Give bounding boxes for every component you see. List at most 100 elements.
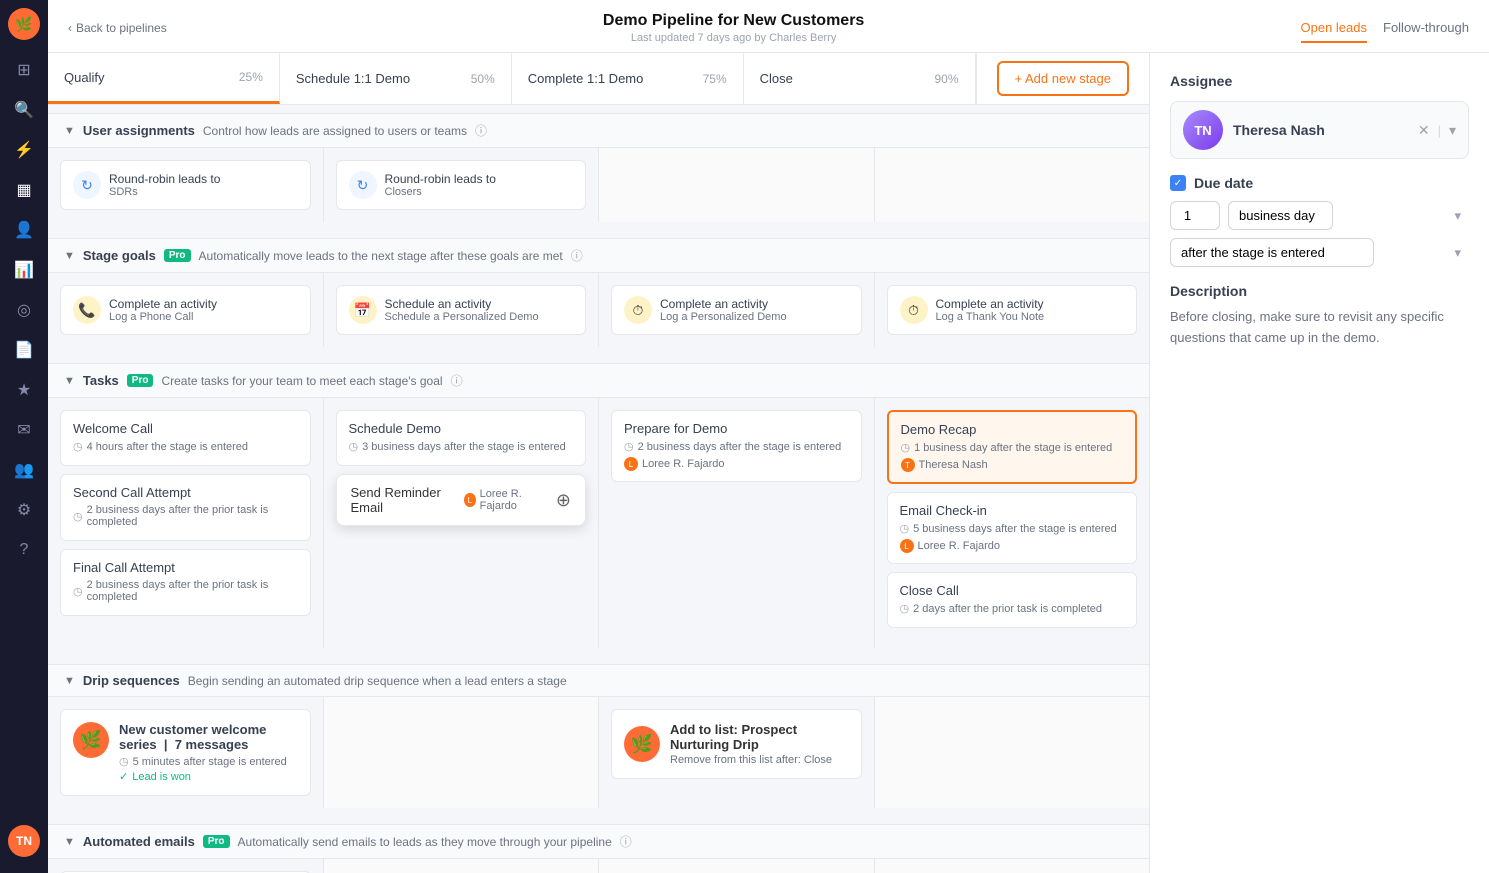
sidebar-icon-pipeline[interactable]: ▦ [6, 172, 42, 208]
sg-col-3: ⏱ Complete an activity Log a Thank You N… [875, 273, 1150, 347]
stage-header-schedule[interactable]: Schedule 1:1 Demo 50% [280, 53, 512, 104]
section-toggle-tasks[interactable]: ▼ [64, 375, 75, 387]
task-card-email-checkin[interactable]: Email Check-in ◷ 5 business days after t… [887, 492, 1138, 564]
due-unit-select[interactable]: business day business days day days [1228, 201, 1333, 230]
assignee-name: Theresa Nash [1233, 122, 1408, 138]
section-toggle-sg[interactable]: ▼ [64, 250, 75, 262]
goal-card-1[interactable]: 📅 Schedule an activity Schedule a Person… [336, 285, 587, 335]
sidebar-icon-home[interactable]: ⊞ [6, 52, 42, 88]
task-card-prepare-demo[interactable]: Prepare for Demo ◷ 2 business days after… [611, 410, 862, 482]
drip-grid: 🌿 New customer welcome series | 7 messag… [48, 697, 1149, 808]
info-icon-emails[interactable]: ⓘ [620, 833, 632, 850]
emails-grid: Start sending: Let's Talk - Sales Welc..… [48, 859, 1149, 873]
tasks-col-3: Demo Recap ◷ 1 business day after the st… [875, 398, 1150, 648]
sidebar: 🌿 ⊞ 🔍 ⚡ ▦ 👤 📊 ◎ 📄 ★ ✉ 👥 ⚙ ? TN [0, 0, 48, 873]
task-card-final-call[interactable]: Final Call Attempt ◷ 2 business days aft… [60, 549, 311, 616]
email-col-3 [875, 859, 1150, 873]
dropdown-assignee-button[interactable]: ▾ [1449, 122, 1456, 139]
goal-icon-1: 📅 [349, 296, 377, 324]
sidebar-icon-person[interactable]: 👤 [6, 212, 42, 248]
task-card-schedule-demo[interactable]: Schedule Demo ◷ 3 business days after th… [336, 410, 587, 466]
user-avatar[interactable]: TN [8, 825, 40, 857]
goal-card-3[interactable]: ⏱ Complete an activity Log a Thank You N… [887, 285, 1138, 335]
info-icon-ua[interactable]: ⓘ [475, 122, 487, 139]
sidebar-icon-help[interactable]: ? [6, 532, 42, 568]
stage-header-complete[interactable]: Complete 1:1 Demo 75% [512, 53, 744, 104]
rr-icon-1: ↻ [349, 171, 377, 199]
stages-container: Qualify 25% Schedule 1:1 Demo 50% [48, 53, 1149, 873]
due-date-checkbox[interactable]: ✓ [1170, 175, 1186, 191]
description-title: Description [1170, 283, 1469, 299]
goal-icon-0: 📞 [73, 296, 101, 324]
rr-card-1[interactable]: ↻ Round-robin leads to Closers [336, 160, 587, 210]
drip-col-1 [324, 697, 600, 808]
stage-headers: Qualify 25% Schedule 1:1 Demo 50% [48, 53, 1149, 105]
task-card-demo-recap[interactable]: Demo Recap ◷ 1 business day after the st… [887, 410, 1138, 484]
goal-card-0[interactable]: 📞 Complete an activity Log a Phone Call [60, 285, 311, 335]
due-unit-wrapper: business day business days day days ▾ [1228, 201, 1469, 230]
sidebar-icon-settings[interactable]: ⚙ [6, 492, 42, 528]
drip-icon-welcome: 🌿 [73, 722, 109, 758]
task-card-second-call[interactable]: Second Call Attempt ◷ 2 business days af… [60, 474, 311, 541]
sidebar-icon-email[interactable]: ✉ [6, 412, 42, 448]
goal-icon-3: ⏱ [900, 296, 928, 324]
due-after-select[interactable]: after the stage is entered after the pri… [1170, 238, 1374, 267]
due-date-row-1: business day business days day days ▾ [1170, 201, 1469, 230]
drip-col-3 [875, 697, 1150, 808]
sidebar-icon-docs[interactable]: 📄 [6, 332, 42, 368]
sg-col-1: 📅 Schedule an activity Schedule a Person… [324, 273, 600, 347]
email-col-0: Start sending: Let's Talk - Sales Welc..… [48, 859, 324, 873]
tasks-grid: Welcome Call ◷ 4 hours after the stage i… [48, 398, 1149, 648]
tasks-section: ▼ Tasks Pro Create tasks for your team t… [48, 355, 1149, 656]
task-card-close-call[interactable]: Close Call ◷ 2 days after the prior task… [887, 572, 1138, 628]
due-date-section: ✓ Due date business day business days da… [1170, 175, 1469, 267]
info-icon-tasks[interactable]: ⓘ [451, 372, 463, 389]
nurture-icon: 🌿 [624, 726, 660, 762]
sidebar-icon-search[interactable]: 🔍 [6, 92, 42, 128]
page-subtitle: Last updated 7 days ago by Charles Berry [603, 32, 864, 44]
back-link[interactable]: ‹ Back to pipelines [68, 21, 167, 35]
section-toggle-drip[interactable]: ▼ [64, 675, 75, 687]
user-assignments-grid: ↻ Round-robin leads to SDRs ↻ Round-robi… [48, 148, 1149, 222]
section-toggle-ua[interactable]: ▼ [64, 125, 75, 137]
add-stage-button[interactable]: + Add new stage [997, 61, 1130, 96]
sidebar-icon-lightning[interactable]: ⚡ [6, 132, 42, 168]
description-text: Before closing, make sure to revisit any… [1170, 307, 1469, 349]
drip-card-welcome[interactable]: 🌿 New customer welcome series | 7 messag… [60, 709, 311, 796]
stage-header-qualify[interactable]: Qualify 25% [48, 53, 280, 104]
info-icon-sg[interactable]: ⓘ [571, 247, 583, 264]
sidebar-icon-star[interactable]: ★ [6, 372, 42, 408]
section-toggle-emails[interactable]: ▼ [64, 836, 75, 848]
stage-goals-grid: 📞 Complete an activity Log a Phone Call … [48, 273, 1149, 347]
rr-card-0[interactable]: ↻ Round-robin leads to SDRs [60, 160, 311, 210]
assignee-icon-prepare: L [624, 457, 638, 471]
tasks-col-2: Prepare for Demo ◷ 2 business days after… [599, 398, 875, 648]
remove-assignee-button[interactable]: ✕ [1418, 122, 1430, 139]
goal-card-2[interactable]: ⏱ Complete an activity Log a Personalize… [611, 285, 862, 335]
task-card-welcome-call[interactable]: Welcome Call ◷ 4 hours after the stage i… [60, 410, 311, 466]
section-header-drip: ▼ Drip sequences Begin sending an automa… [48, 664, 1149, 697]
sidebar-icon-users[interactable]: 👥 [6, 452, 42, 488]
select-arrow-unit: ▾ [1454, 208, 1461, 224]
ua-col-3 [875, 148, 1150, 222]
sidebar-icon-chart[interactable]: 📊 [6, 252, 42, 288]
assignee-actions: ✕ | ▾ [1418, 122, 1456, 139]
nurture-card[interactable]: 🌿 Add to list: Prospect Nurturing Drip R… [611, 709, 862, 779]
right-panel: Assignee TN Theresa Nash ✕ | ▾ ✓ Due dat… [1149, 53, 1489, 873]
due-num-input[interactable] [1170, 201, 1220, 230]
pipeline-area: Qualify 25% Schedule 1:1 Demo 50% [48, 53, 1489, 873]
assignee-icon-loree: L [464, 493, 476, 507]
drip-col-2: 🌿 Add to list: Prospect Nurturing Drip R… [599, 697, 875, 808]
tab-open-leads[interactable]: Open leads [1301, 14, 1368, 43]
rr-icon-0: ↻ [73, 171, 101, 199]
assignee-row[interactable]: TN Theresa Nash ✕ | ▾ [1170, 101, 1469, 159]
page-title: Demo Pipeline for New Customers [603, 12, 864, 30]
assignee-icon-email-checkin: L [900, 539, 914, 553]
tab-follow-through[interactable]: Follow-through [1383, 14, 1469, 43]
app-logo[interactable]: 🌿 [8, 8, 40, 40]
task-card-send-reminder[interactable]: Send Reminder Email L Loree R. Fajardo ⊕ [336, 474, 587, 526]
sidebar-icon-target[interactable]: ◎ [6, 292, 42, 328]
section-header-tasks: ▼ Tasks Pro Create tasks for your team t… [48, 363, 1149, 398]
email-col-1 [324, 859, 600, 873]
stage-header-close[interactable]: Close 90% [744, 53, 976, 104]
